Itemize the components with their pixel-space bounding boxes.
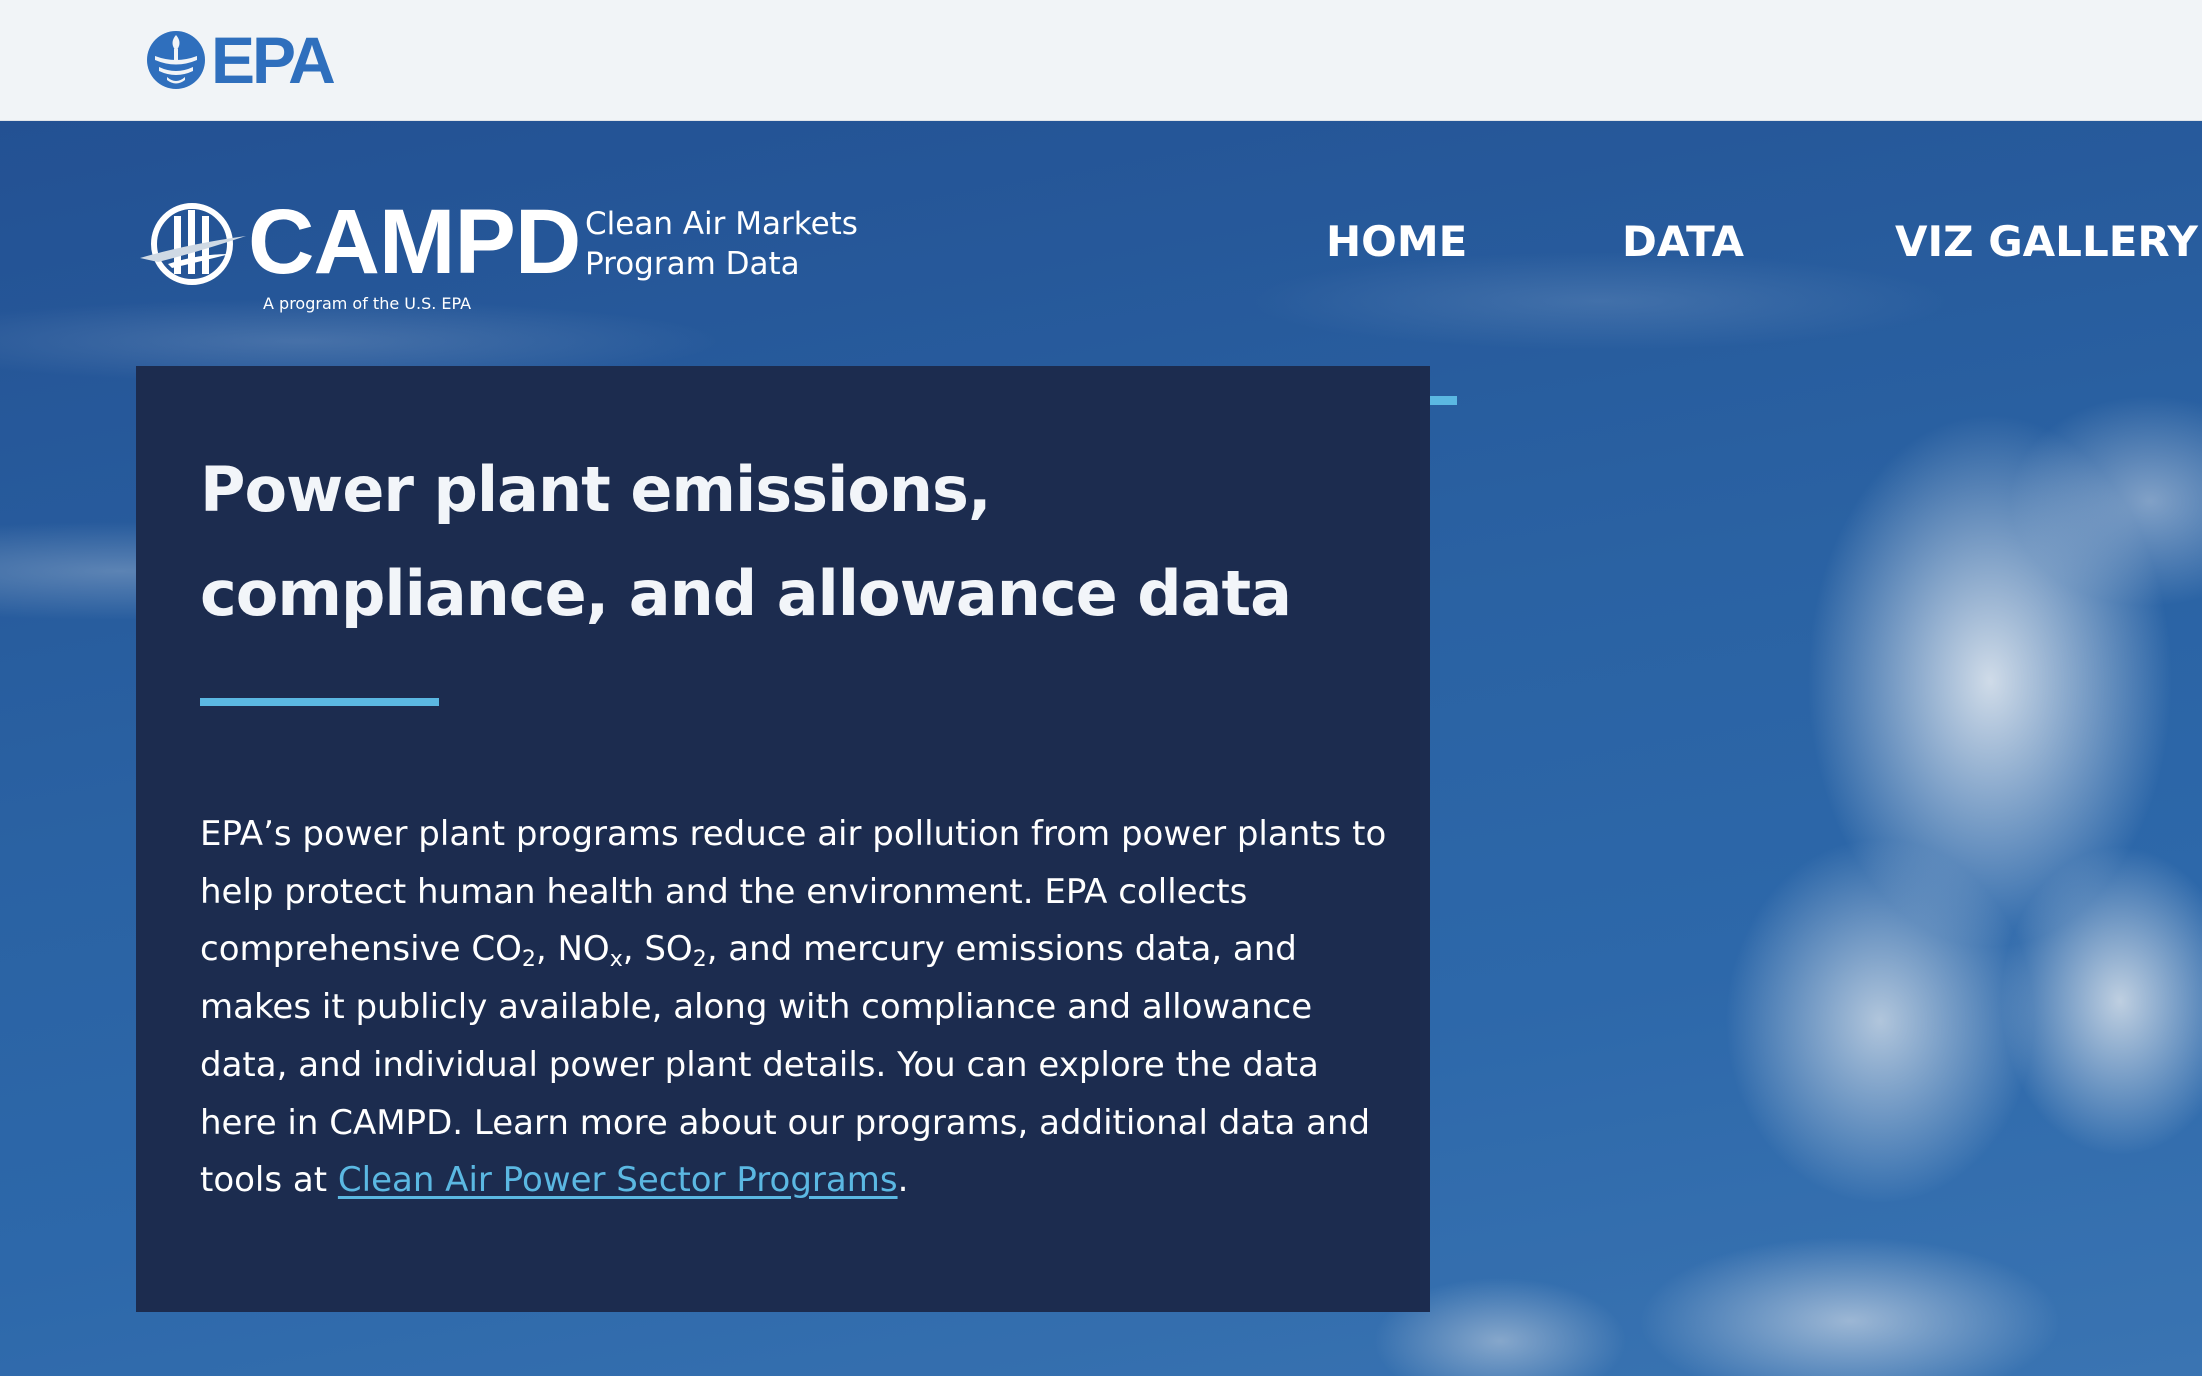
title-divider — [200, 698, 439, 706]
clean-air-programs-link[interactable]: Clean Air Power Sector Programs — [338, 1160, 898, 1200]
so2-subscript: 2 — [692, 947, 707, 973]
nav-data[interactable]: DATA — [1622, 216, 1744, 268]
nox-subscript: x — [609, 947, 623, 973]
intro-paragraph: EPA’s power plant programs reduce air po… — [200, 806, 1400, 1210]
epa-logo-link[interactable]: EPA — [145, 23, 336, 97]
co2-subscript: 2 — [521, 947, 536, 973]
epa-seal-icon — [147, 31, 205, 89]
nav-viz-gallery[interactable]: VIZ GALLERY — [1895, 216, 2198, 268]
main-nav: HOME DATA VIZ GALLERY — [0, 216, 2202, 405]
intro-text-2: , NO — [535, 929, 610, 970]
intro-text-3: , SO — [622, 929, 693, 970]
page-title: Power plant emissions, compliance, and a… — [200, 453, 1292, 630]
page: EPA CAMPD Clean Air Markets Program Data… — [0, 0, 2202, 1376]
hero: CAMPD Clean Air Markets Program Data A p… — [0, 121, 2202, 1376]
nav-home[interactable]: HOME — [1326, 216, 1467, 268]
intro-text-end: . — [897, 1160, 909, 1201]
epa-header: EPA — [0, 0, 2202, 121]
epa-logo-text: EPA — [211, 23, 336, 97]
intro-card: Power plant emissions, compliance, and a… — [136, 366, 1430, 1312]
